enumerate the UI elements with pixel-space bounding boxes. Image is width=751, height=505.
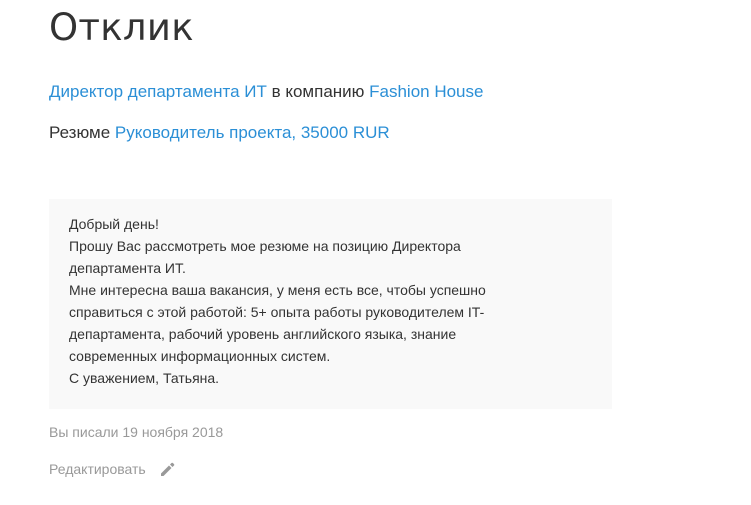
- resume-line: Резюме Руководитель проекта, 35000 RUR: [49, 123, 390, 143]
- resume-label: Резюме: [49, 123, 115, 142]
- cover-letter: Добрый день! Прошу Вас рассмотреть мое р…: [49, 199, 612, 409]
- message-line: департамента, рабочий уровень английског…: [69, 326, 457, 342]
- vacancy-link[interactable]: Директор департамента ИТ: [49, 82, 267, 101]
- message-line: С уважением, Татьяна.: [69, 370, 220, 386]
- pencil-icon[interactable]: [158, 459, 178, 479]
- page-title: Отклик: [49, 6, 194, 49]
- message-line: современных информационных систем.: [69, 348, 331, 364]
- message-line: Мне интересна ваша вакансия, у меня есть…: [69, 282, 486, 298]
- sent-date: Вы писали 19 ноября 2018: [49, 424, 224, 440]
- company-link[interactable]: Fashion House: [369, 82, 483, 101]
- edit-label: Редактировать: [49, 461, 146, 477]
- message-line: департамента ИТ.: [69, 260, 186, 276]
- message-line: справиться с этой работой: 5+ опыта рабо…: [69, 304, 485, 320]
- edit-button[interactable]: Редактировать: [49, 459, 178, 479]
- resume-link[interactable]: Руководитель проекта, 35000 RUR: [115, 123, 390, 142]
- message-line: Добрый день!: [69, 216, 159, 232]
- vacancy-connector: в компанию: [266, 82, 370, 101]
- vacancy-line: Директор департамента ИТ в компанию Fash…: [49, 82, 483, 102]
- message-line: Прошу Вас рассмотреть мое резюме на пози…: [69, 238, 461, 254]
